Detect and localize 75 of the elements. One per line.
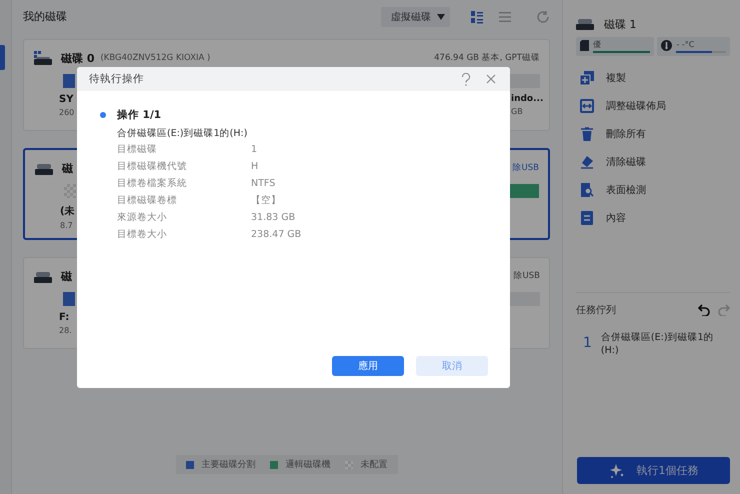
partition-size: 8.7 (60, 221, 74, 230)
disk-model: (KBG40ZNV512G KIOXIA ) (100, 53, 210, 63)
disk-name: 磁碟 1 (604, 16, 636, 32)
health-status: 優 (593, 40, 602, 50)
partition-size: GB (511, 107, 524, 116)
disk-info: 除USB (514, 270, 540, 282)
refresh-icon[interactable] (536, 10, 550, 24)
legend-label: 邏輯磁碟機 (286, 458, 330, 471)
drive-icon (580, 40, 589, 51)
disk-name: 磁 (62, 160, 73, 176)
caret-icon (437, 14, 445, 20)
bullet-dot (100, 112, 106, 118)
sparkle-icon (608, 462, 624, 478)
sidebar-tab-marker[interactable] (0, 45, 5, 70)
legend-label: 未配置 (360, 458, 388, 471)
legend-swatch (270, 460, 278, 468)
action-item[interactable]: 刪除所有 (576, 122, 730, 145)
page-title: 我的磁碟 (23, 8, 68, 24)
action-item[interactable]: 表面檢測 (576, 178, 730, 201)
partition-size: 260 (59, 108, 74, 117)
disk-icon (35, 161, 53, 175)
queue-title: 任務佇列 (576, 304, 617, 317)
grid-view-icon[interactable] (470, 10, 484, 24)
undo-icon[interactable] (698, 304, 710, 316)
partition-name: F: (59, 312, 70, 323)
detail-label: 目標磁碟機代號 (117, 160, 188, 173)
partition-bar[interactable] (509, 184, 539, 198)
detail-value: H (251, 160, 260, 173)
queue-task: 合併磁碟區(E:)到磁碟1的(H:) (600, 331, 715, 357)
partition-name: (未 (60, 204, 75, 218)
trash-icon (580, 126, 594, 140)
dialog-title: 待執行操作 (89, 72, 144, 86)
detail-label: 目標卷大小 (117, 228, 168, 241)
action-item[interactable]: 複製 (576, 66, 730, 89)
detail-label: 目標磁碟卷標 (117, 194, 178, 207)
action-item[interactable]: 內容 (576, 206, 730, 229)
scan-icon (580, 182, 594, 196)
apply-button[interactable]: 應用 (332, 356, 404, 376)
detail-label: 目標卷檔案系統 (117, 177, 188, 190)
temperature-reading: - -°C (676, 40, 696, 50)
execute-button[interactable]: 執行1個任務 (577, 457, 730, 484)
disk-icon (34, 269, 52, 283)
remove-usb-link[interactable]: 除USB (512, 162, 539, 174)
disk-name: 磁 (61, 268, 72, 284)
eraser-icon (580, 154, 594, 168)
detail-value: NTFS (251, 177, 276, 190)
detail-label: 來源卷大小 (117, 211, 168, 224)
thermometer-icon (661, 40, 672, 51)
operation-summary: 合併磁碟區(E:)到磁碟1的(H:) (117, 127, 248, 140)
document-icon (580, 210, 594, 224)
detail-value: 【空】 (251, 194, 282, 207)
queue-number: 1 (583, 335, 592, 353)
partition-name: indo... (511, 94, 544, 104)
close-icon[interactable] (486, 74, 496, 84)
copy-icon (580, 70, 594, 84)
redo-icon[interactable] (718, 304, 730, 316)
list-view-icon[interactable] (498, 10, 512, 24)
disk-icon (576, 18, 594, 30)
detail-label: 目標磁碟 (117, 143, 158, 156)
legend-swatch (186, 460, 194, 468)
help-icon[interactable] (461, 72, 471, 86)
action-item[interactable]: 調整磁碟佈局 (576, 94, 730, 117)
detail-value: 31.83 GB (251, 211, 296, 224)
disk-info: 476.94 GB 基本, GPT磁碟 (434, 52, 540, 64)
partition-name: SY (59, 94, 74, 105)
disk-grid-icon (34, 51, 52, 65)
resize-icon (580, 98, 594, 112)
legend-label: 主要磁碟分割 (202, 458, 256, 471)
operation-title: 操作 1/1 (117, 108, 162, 122)
detail-value: 238.47 GB (251, 228, 302, 241)
disk-name: 磁碟 0 (61, 50, 94, 66)
detail-value: 1 (251, 143, 258, 156)
action-item[interactable]: 清除磁碟 (576, 150, 730, 173)
view-dropdown[interactable]: 虛擬磁碟 (381, 7, 450, 27)
partition-size: 28. (59, 326, 72, 335)
